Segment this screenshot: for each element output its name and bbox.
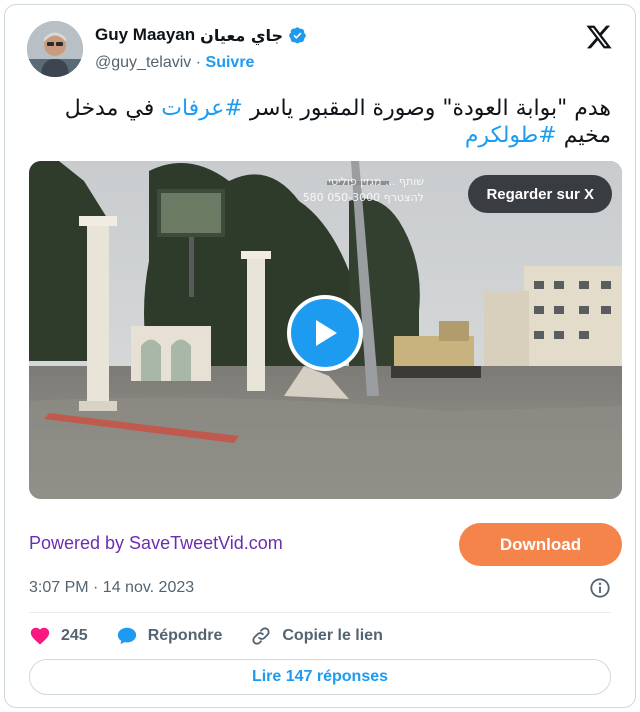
info-icon[interactable] — [589, 577, 611, 599]
video-overlay-line-1: שותף ... מגזין פוליטי — [329, 175, 425, 188]
video-overlay-line-2: להצטרף 050-3000 580 — [303, 191, 424, 204]
author-name-latin[interactable]: Guy Maayan — [95, 25, 195, 45]
tweet-line-2: مخيم #طولكرم — [29, 122, 611, 149]
powered-by-link[interactable]: Powered by SaveTweetVid.com — [29, 533, 283, 554]
watch-on-x-button[interactable]: Regarder sur X — [468, 175, 612, 213]
author-name-row[interactable]: Guy Maayan جاي معيان — [95, 25, 307, 45]
tweet-line-1: هدم "بوابة العودة" وصورة المقبور ياسر #ع… — [29, 95, 611, 122]
handle-separator: · — [195, 54, 202, 71]
download-button[interactable]: Download — [459, 523, 622, 566]
follow-button[interactable]: Suivre — [206, 54, 255, 71]
x-logo-icon[interactable] — [585, 23, 613, 51]
tweet-text: هدم "بوابة العودة" وصورة المقبور ياسر #ع… — [29, 95, 611, 149]
avatar[interactable] — [27, 21, 83, 77]
hashtag-link[interactable]: #عرفات — [161, 96, 243, 121]
tweet-text-part: هدم "بوابة العودة" وصورة المقبور ياسر — [242, 96, 611, 121]
video-player[interactable]: שותף ... מגזין פוליטי להצטרף 050-3000 58… — [29, 161, 622, 499]
verified-badge-icon — [289, 26, 306, 43]
tweet-card: Guy Maayan جاي معيان @guy_telaviv · Suiv… — [4, 4, 636, 708]
divider — [29, 612, 611, 613]
heart-icon — [30, 627, 50, 645]
play-button[interactable] — [287, 295, 363, 371]
author-handle-row: @guy_telaviv · Suivre — [95, 54, 254, 72]
tweet-actions: 245 Répondre Copier le lien — [29, 623, 411, 649]
copy-link-action[interactable]: Copier le lien — [250, 625, 383, 647]
like-count: 245 — [61, 627, 88, 644]
copy-link-label: Copier le lien — [282, 627, 383, 644]
link-icon — [252, 627, 270, 645]
play-icon — [316, 320, 337, 346]
tweet-text-part: مخيم — [556, 123, 611, 148]
tweet-timestamp[interactable]: 3:07 PM · 14 nov. 2023 — [29, 579, 194, 597]
author-name-arabic[interactable]: جاي معيان — [200, 26, 283, 45]
read-replies-button[interactable]: Lire 147 réponses — [29, 659, 611, 695]
reply-action[interactable]: Répondre — [116, 625, 223, 647]
hashtag-link[interactable]: #طولكرم — [465, 123, 557, 148]
tweet-text-part: في مدخل — [64, 96, 162, 121]
reply-bubble-icon — [117, 627, 136, 645]
author-handle[interactable]: @guy_telaviv — [95, 54, 191, 71]
reply-label: Répondre — [147, 627, 223, 644]
like-action[interactable]: 245 — [29, 625, 88, 647]
